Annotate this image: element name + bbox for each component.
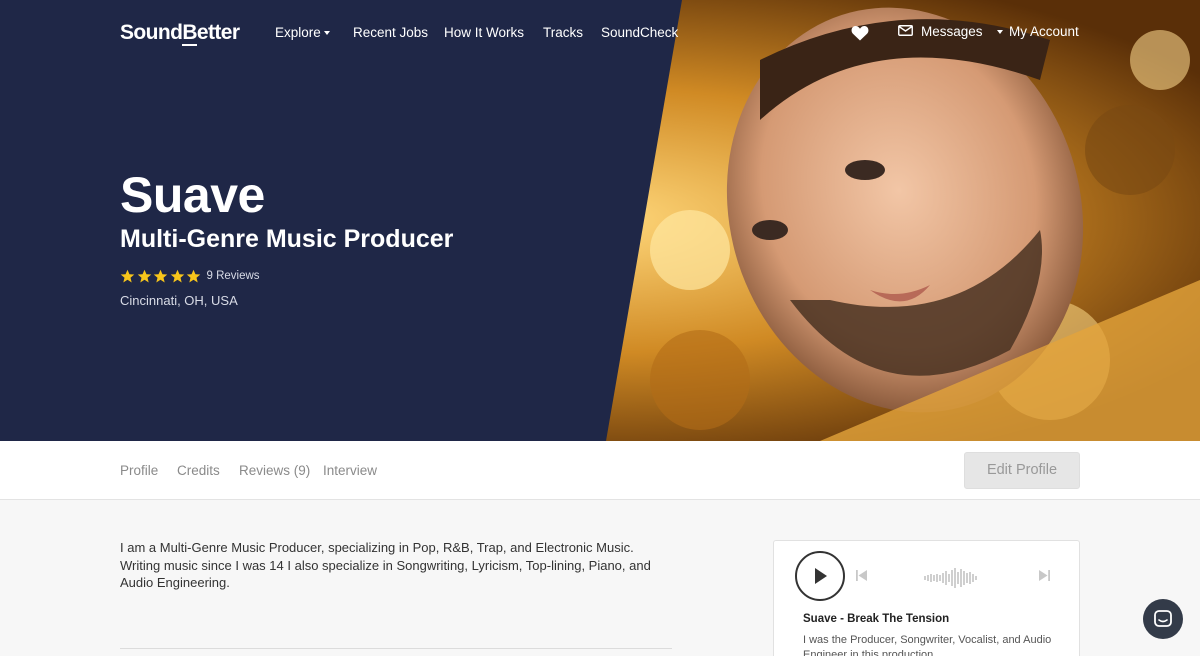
play-button[interactable] xyxy=(795,551,845,601)
reviews-count[interactable]: 9 Reviews xyxy=(207,270,260,282)
section-divider xyxy=(120,648,672,649)
track-description: I was the Producer, Songwriter, Vocalist… xyxy=(803,634,1052,656)
chat-icon xyxy=(1154,610,1172,627)
bio-line: I am a Multi-Genre Music Producer, speci… xyxy=(120,540,634,555)
star-icon xyxy=(170,269,184,282)
nav-tracks[interactable]: Tracks xyxy=(543,25,583,40)
tab-interview[interactable]: Interview xyxy=(323,463,377,478)
waveform-icon xyxy=(924,568,977,588)
profile-hero: SoundBetter Explore Recent Jobs How It W… xyxy=(0,0,1200,441)
nav-my-account[interactable]: My Account xyxy=(997,24,1079,39)
bio-line: Writing music since I was 14 I also spec… xyxy=(120,557,651,573)
chat-launcher-button[interactable] xyxy=(1143,599,1183,639)
nav-how-it-works[interactable]: How It Works xyxy=(444,25,524,40)
mail-icon xyxy=(898,25,913,36)
audio-player: Suave - Break The Tension I was the Prod… xyxy=(773,540,1080,656)
star-icon xyxy=(186,269,201,282)
play-icon xyxy=(815,568,827,584)
star-icon xyxy=(120,269,135,282)
star-icon xyxy=(137,269,151,282)
nav-explore[interactable]: Explore xyxy=(275,25,330,40)
tab-profile[interactable]: Profile xyxy=(120,463,158,478)
bio-line: Audio Engineering. xyxy=(120,575,230,590)
artist-location: Cincinnati, OH, USA xyxy=(120,293,238,308)
top-navigation: SoundBetter Explore Recent Jobs How It W… xyxy=(0,0,1200,66)
artist-name: Suave xyxy=(120,167,265,223)
tab-reviews[interactable]: Reviews (9) xyxy=(239,463,310,478)
rating[interactable]: 9 Reviews xyxy=(120,267,260,285)
tab-credits[interactable]: Credits xyxy=(177,463,220,478)
caret-down-icon xyxy=(997,30,1003,35)
edit-profile-button[interactable]: Edit Profile xyxy=(964,452,1080,489)
profile-tab-bar: Profile Credits Reviews (9) Interview Ed… xyxy=(0,441,1200,500)
skip-forward-icon[interactable] xyxy=(1038,570,1050,581)
track-title[interactable]: Suave - Break The Tension xyxy=(803,613,949,625)
star-icon xyxy=(153,269,168,282)
nav-soundcheck[interactable]: SoundCheck xyxy=(601,25,678,40)
nav-messages[interactable]: Messages xyxy=(921,24,983,39)
artist-title: Multi-Genre Music Producer xyxy=(120,225,454,253)
soundbetter-logo[interactable]: SoundBetter xyxy=(120,21,240,46)
caret-down-icon xyxy=(323,31,330,36)
nav-recent-jobs[interactable]: Recent Jobs xyxy=(353,25,428,40)
skip-back-icon[interactable] xyxy=(856,570,868,581)
profile-bio: I am a Multi-Genre Music Producer, speci… xyxy=(120,539,680,592)
heart-icon[interactable] xyxy=(851,25,869,41)
